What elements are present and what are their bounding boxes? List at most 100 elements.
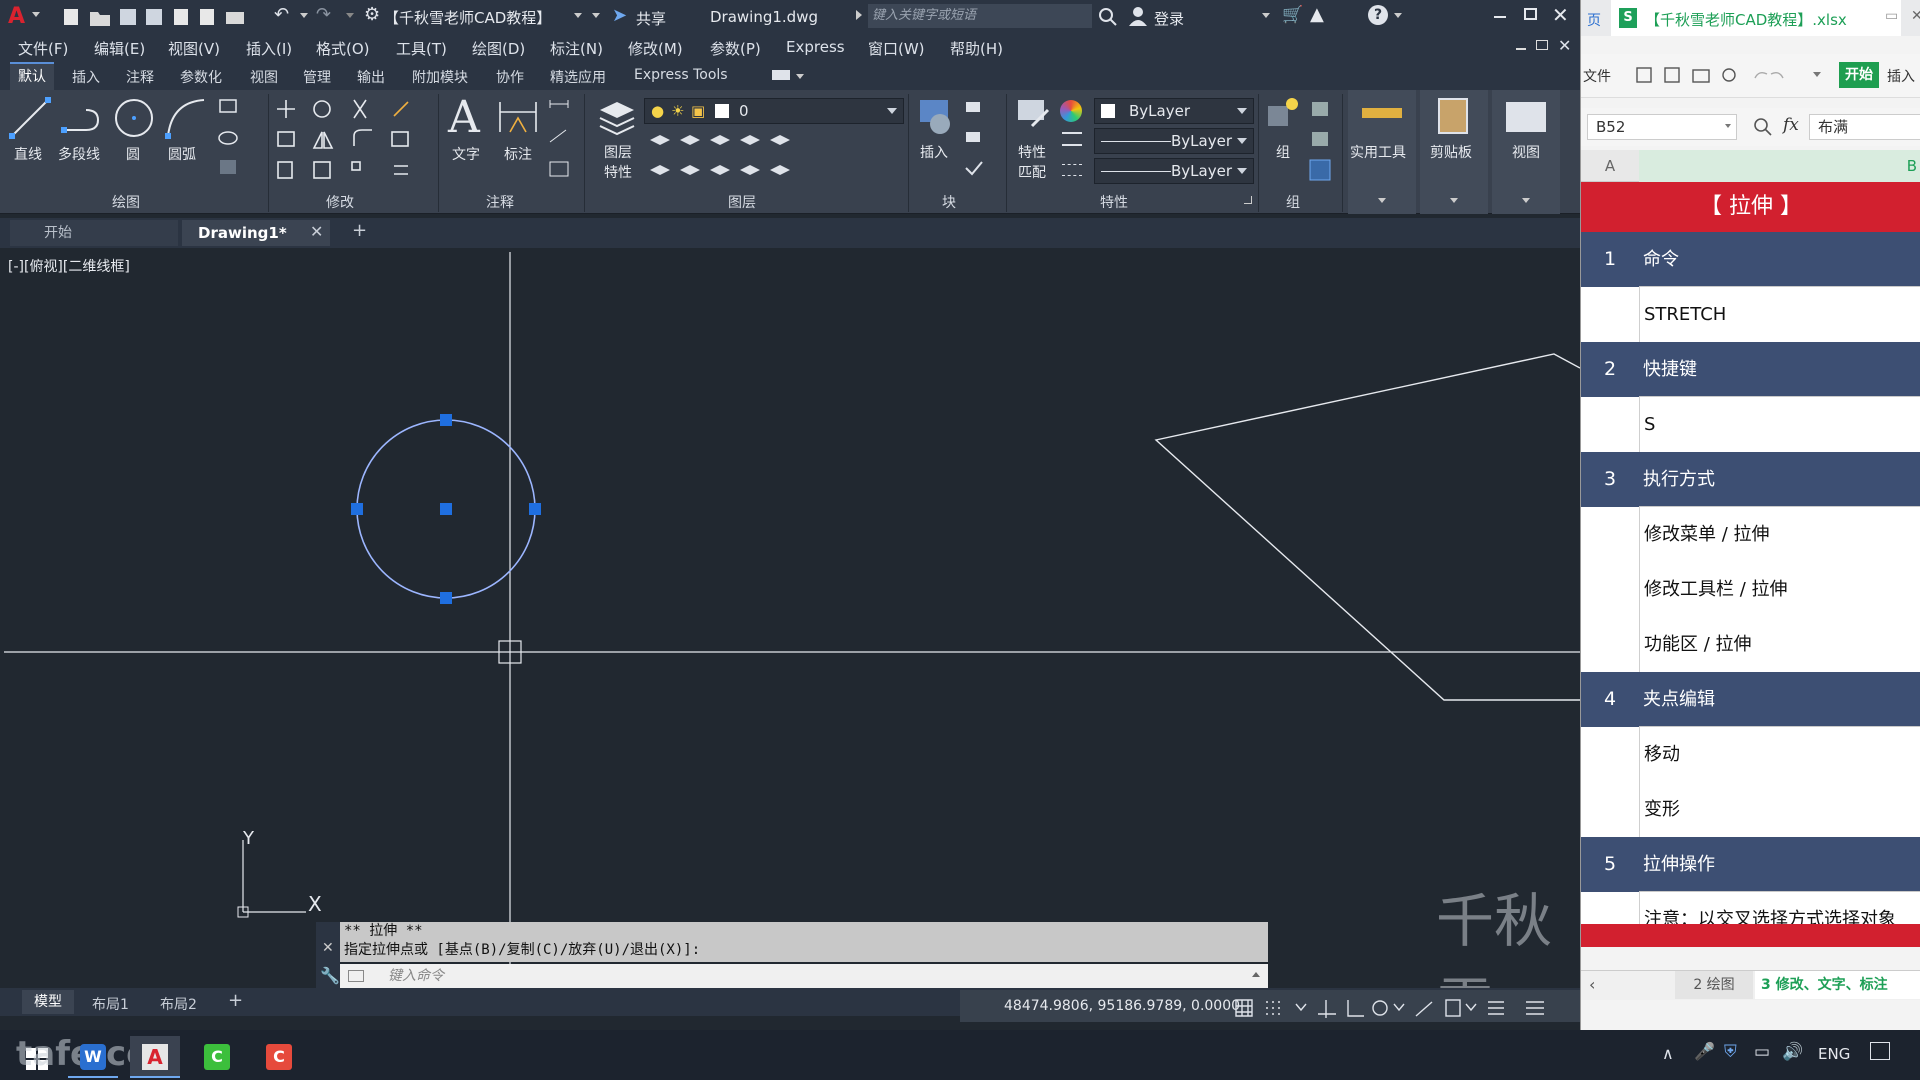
taskbar-app-camtasia-red[interactable]: C — [254, 1036, 304, 1078]
doc-minimize-icon[interactable] — [1516, 48, 1526, 50]
layer-properties-label-1[interactable]: 图层 — [604, 142, 632, 162]
tab-insert[interactable]: 插入 — [72, 67, 100, 87]
row-cell[interactable]: 拉伸操作 — [1639, 837, 1920, 892]
tab-menu-icon[interactable]: ▭ — [1885, 8, 1898, 24]
menu-help[interactable]: 帮助(H) — [950, 38, 1003, 59]
taskbar-app-autocad[interactable]: A — [130, 1036, 180, 1078]
modify-tools[interactable] — [274, 96, 434, 186]
menu-parametric[interactable]: 参数(P) — [710, 38, 761, 59]
arc-tool-label[interactable]: 圆弧 — [168, 144, 196, 164]
polyline-tool-icon[interactable] — [60, 100, 104, 140]
section-header-row[interactable]: 1 命令 — [1581, 232, 1920, 287]
group-icon[interactable] — [1264, 96, 1304, 140]
sheet-footer-cell[interactable] — [1581, 924, 1920, 947]
row-number[interactable] — [1581, 782, 1639, 837]
doc-restore-icon[interactable] — [1536, 40, 1548, 50]
help-dropdown-icon[interactable] — [1394, 13, 1402, 18]
line-tool-icon[interactable] — [8, 96, 52, 140]
formula-input[interactable]: 布满 — [1809, 114, 1920, 140]
file-menu[interactable]: 文件 — [1583, 66, 1611, 86]
row-number[interactable]: 1 — [1581, 232, 1639, 287]
user-icon[interactable] — [1128, 6, 1148, 26]
menu-express[interactable]: Express — [786, 38, 845, 56]
sheet-grid[interactable]: 【 拉伸 】 1 命令 STRETCH 2 快捷键 S 3 执行方式 修改菜单 / 拉伸 修改工具… — [1581, 182, 1920, 947]
sheet-qat-dropdown-icon[interactable] — [1813, 72, 1821, 77]
match-properties-label-2[interactable]: 匹配 — [1018, 162, 1046, 182]
layer-dropdown[interactable]: ● ☀ ▣ 0 — [644, 98, 904, 124]
redo-icon[interactable]: ↷ — [316, 4, 331, 25]
row-number[interactable]: 2 — [1581, 342, 1639, 397]
group-label[interactable]: 组 — [1276, 142, 1290, 162]
color-wheel-icon[interactable] — [1060, 100, 1082, 122]
tab-default[interactable]: 默认 — [10, 62, 54, 90]
panel-draw-label[interactable]: 绘图 — [112, 192, 140, 212]
shield-icon[interactable]: ⛨ — [1724, 1042, 1737, 1062]
insert-block-label[interactable]: 插入 — [920, 142, 948, 162]
language-indicator[interactable]: ENG — [1818, 1045, 1850, 1063]
layer-properties-icon[interactable] — [596, 96, 638, 136]
start-tab[interactable]: 开始 — [10, 220, 178, 246]
file-tab[interactable]: S 【千秋雪老师CAD教程】.xlsx — [1611, 0, 1901, 36]
table-row[interactable]: 修改工具栏 / 拉伸 — [1581, 562, 1920, 617]
arc-tool-icon[interactable] — [164, 96, 208, 140]
row-number[interactable] — [1581, 617, 1639, 672]
volume-icon[interactable]: 🔊 — [1782, 1042, 1803, 1062]
undo-dropdown-icon[interactable] — [300, 13, 308, 18]
row-cell[interactable]: S — [1639, 397, 1920, 452]
tab-close-icon[interactable]: ✕ — [310, 222, 323, 241]
home-tab[interactable]: 页 — [1587, 10, 1601, 30]
row-number[interactable] — [1581, 727, 1639, 782]
insert-tab[interactable]: 插入 — [1887, 66, 1915, 86]
function-icon[interactable]: fx — [1783, 115, 1799, 135]
utilities-panel[interactable]: 实用工具 — [1348, 90, 1416, 214]
clipboard-panel[interactable]: 剪贴板 — [1420, 90, 1488, 214]
tab-manage[interactable]: 管理 — [303, 67, 331, 87]
row-cell[interactable]: 夹点编辑 — [1639, 672, 1920, 727]
section-header-row[interactable]: 5 拉伸操作 — [1581, 837, 1920, 892]
share-icon[interactable]: ➤ — [612, 5, 627, 26]
row-number[interactable]: 4 — [1581, 672, 1639, 727]
row-cell[interactable]: 执行方式 — [1639, 452, 1920, 507]
insert-block-icon[interactable] — [914, 94, 958, 138]
drawing-canvas[interactable] — [0, 248, 1580, 988]
row-cell[interactable]: 移动 — [1639, 727, 1920, 782]
lineweight-icon[interactable] — [1062, 132, 1082, 146]
model-tab[interactable]: 模型 — [22, 990, 74, 1014]
tab-featured-apps[interactable]: 精选应用 — [550, 67, 606, 87]
layer-small-tools[interactable] — [646, 130, 796, 186]
tab-express-tools[interactable]: Express Tools — [634, 67, 728, 83]
new-tab-icon[interactable]: + — [352, 220, 367, 241]
add-layout-icon[interactable]: + — [228, 990, 243, 1011]
menu-window[interactable]: 窗口(W) — [868, 38, 925, 59]
block-small-tools[interactable] — [962, 98, 998, 182]
sheet-close-icon[interactable]: ✕ — [1911, 8, 1920, 24]
login-label[interactable]: 登录 — [1154, 8, 1184, 29]
linetype-dropdown[interactable]: ByLayer — [1094, 128, 1254, 154]
start-tab[interactable]: 开始 — [1839, 62, 1879, 88]
panel-block-label[interactable]: 块 — [942, 192, 956, 212]
ribbon-toggle-icon[interactable] — [772, 70, 790, 80]
row-cell[interactable]: 修改工具栏 / 拉伸 — [1639, 562, 1920, 617]
tab-parametric[interactable]: 参数化 — [180, 67, 222, 87]
section-header-row[interactable]: 3 执行方式 — [1581, 452, 1920, 507]
row-number[interactable] — [1581, 507, 1639, 562]
row-number[interactable] — [1581, 397, 1639, 452]
coordinates-display[interactable]: 48474.9806, 95186.9789, 0.0000 — [1004, 998, 1240, 1014]
taskbar-app-camtasia-green[interactable]: C — [192, 1036, 242, 1078]
menu-view[interactable]: 视图(V) — [168, 38, 220, 59]
column-b-header[interactable]: B — [1639, 150, 1920, 182]
row-number[interactable] — [1581, 562, 1639, 617]
command-close-icon[interactable]: ✕ — [322, 940, 334, 956]
row-number[interactable]: 3 — [1581, 452, 1639, 507]
search-input[interactable]: 键入关键字或短语 — [868, 4, 1092, 28]
color-dropdown[interactable]: ByLayer — [1094, 98, 1254, 124]
row-cell[interactable]: 功能区 / 拉伸 — [1639, 617, 1920, 672]
menu-draw[interactable]: 绘图(D) — [472, 38, 525, 59]
tab-annotate[interactable]: 注释 — [126, 67, 154, 87]
redo-dropdown-icon[interactable] — [346, 13, 354, 18]
layout2-tab[interactable]: 布局2 — [160, 994, 197, 1014]
section-header-row[interactable]: 2 快捷键 — [1581, 342, 1920, 397]
panel-groups-label[interactable]: 组 — [1286, 192, 1300, 212]
doc-close-icon[interactable]: ✕ — [1558, 36, 1571, 55]
command-prompt-icon[interactable] — [348, 970, 364, 982]
